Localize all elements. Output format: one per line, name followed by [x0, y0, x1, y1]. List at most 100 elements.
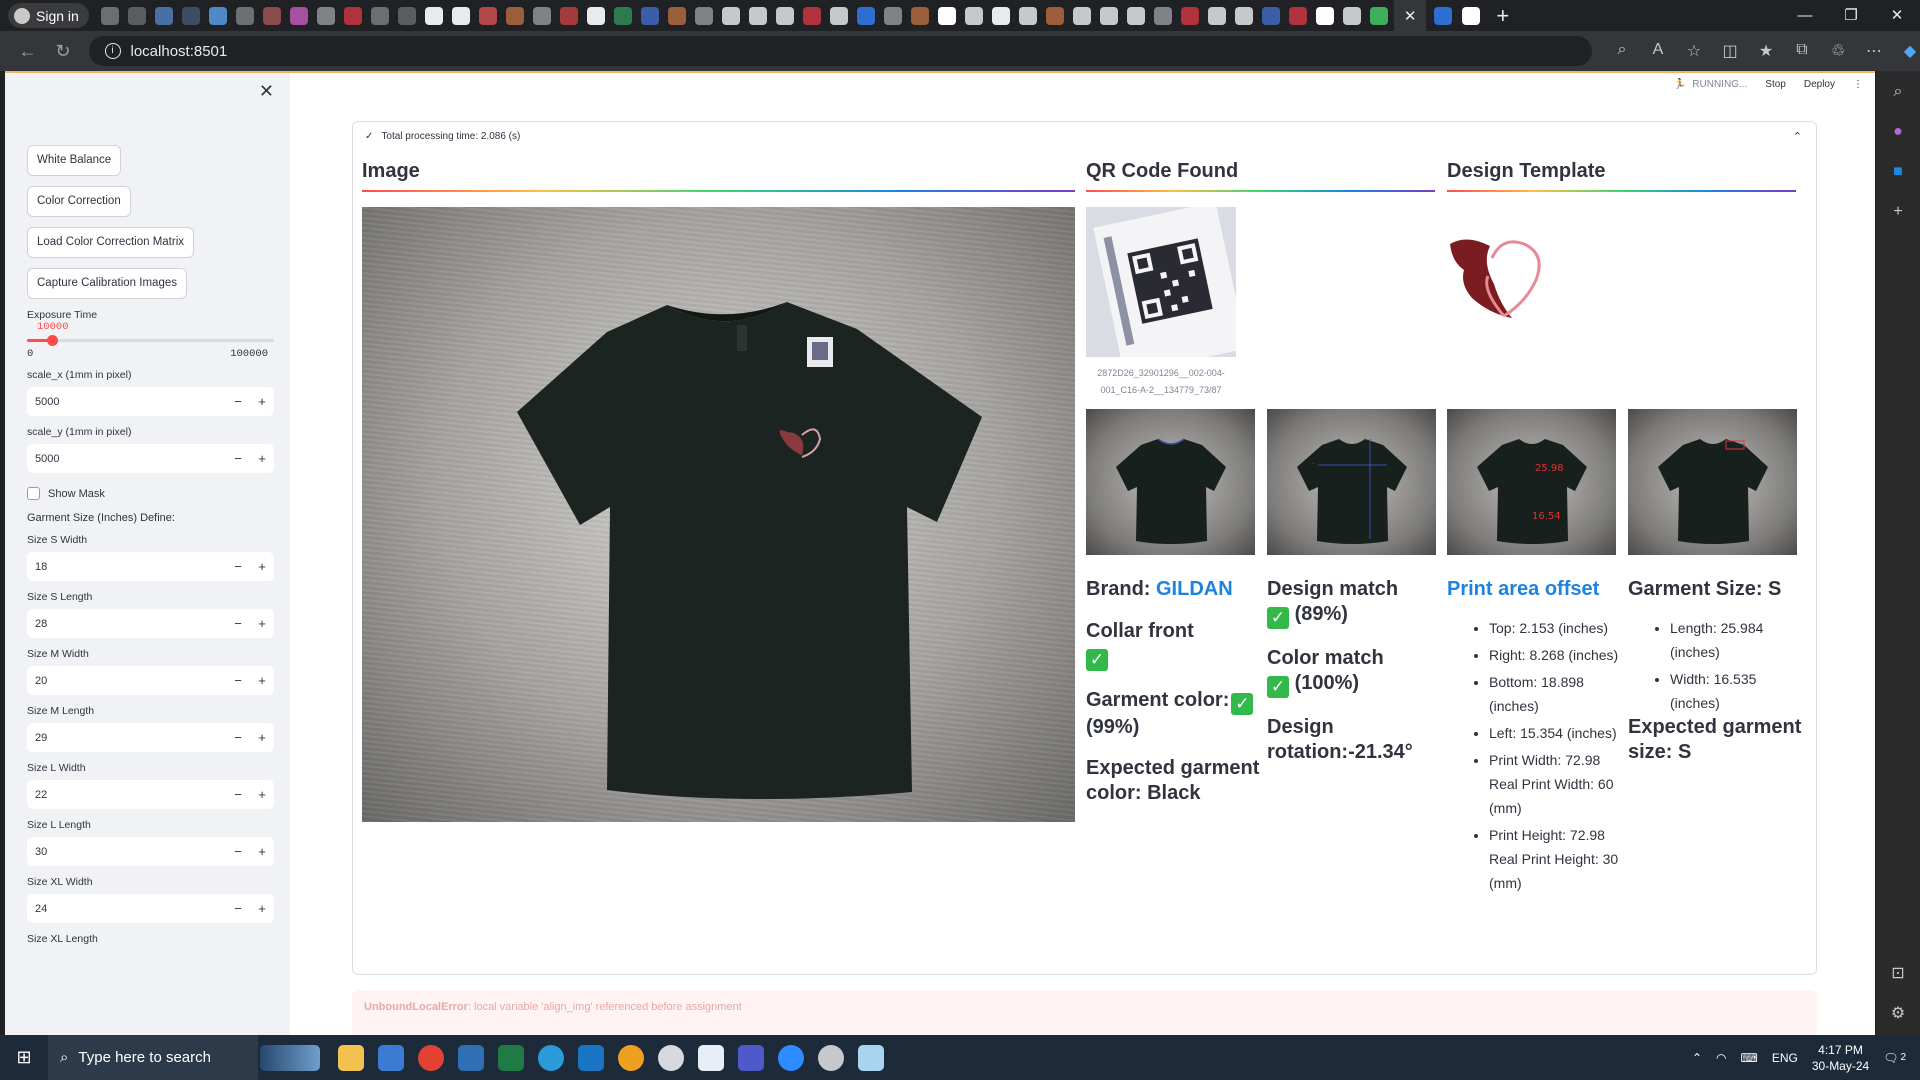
- close-sidebar-icon[interactable]: ✕: [259, 81, 274, 102]
- load-color-matrix-button[interactable]: Load Color Correction Matrix: [27, 227, 195, 258]
- split-screen-icon[interactable]: ◫: [1720, 41, 1740, 61]
- tab-favicon[interactable]: [802, 6, 821, 25]
- stop-button[interactable]: Stop: [1765, 79, 1786, 90]
- clock[interactable]: 4:17 PM 30-May-24: [1812, 1042, 1869, 1074]
- github-icon[interactable]: [586, 6, 605, 25]
- size-field-input[interactable]: 18− +: [27, 552, 274, 581]
- increment-button[interactable]: +: [250, 394, 274, 409]
- size-field-value[interactable]: 24: [27, 903, 226, 915]
- size-field-value[interactable]: 20: [27, 675, 226, 687]
- tab-favicon[interactable]: [1288, 6, 1307, 25]
- chrome-icon[interactable]: [418, 1044, 444, 1071]
- tab-favicon[interactable]: [316, 6, 335, 25]
- zoom-icon[interactable]: [778, 1044, 804, 1071]
- app-icon[interactable]: [658, 1044, 684, 1071]
- home-assistant-icon[interactable]: [618, 1044, 644, 1071]
- expander-header[interactable]: ✓ Total processing time: 2.086 (s) ⌃: [353, 122, 1816, 150]
- tab-favicon[interactable]: [1045, 6, 1064, 25]
- print-area-offset-link[interactable]: Print area offset: [1447, 578, 1599, 600]
- increment-button[interactable]: +: [250, 673, 274, 688]
- increment-button[interactable]: +: [250, 559, 274, 574]
- tab-favicon[interactable]: [694, 6, 713, 25]
- decrement-button[interactable]: −: [226, 559, 250, 574]
- search-icon[interactable]: ⌕: [1887, 83, 1909, 105]
- zoom-icon[interactable]: ⌕: [1612, 41, 1632, 61]
- google-icon[interactable]: [1315, 6, 1334, 25]
- tab-favicon[interactable]: [748, 6, 767, 25]
- increment-button[interactable]: +: [250, 451, 274, 466]
- tab-favicon[interactable]: [1234, 6, 1253, 25]
- minimize-icon[interactable]: —: [1782, 0, 1828, 31]
- add-icon[interactable]: +: [1887, 203, 1909, 225]
- size-field-input[interactable]: 22− +: [27, 780, 274, 809]
- copilot-icon[interactable]: ●: [1887, 123, 1909, 145]
- slider-track[interactable]: [27, 339, 274, 342]
- tab-favicon[interactable]: [1207, 6, 1226, 25]
- tab-favicon[interactable]: [370, 6, 389, 25]
- active-tab[interactable]: ✕: [1393, 0, 1427, 31]
- size-field-input[interactable]: 30− +: [27, 837, 274, 866]
- tab-favicon[interactable]: [721, 6, 740, 25]
- site-info-icon[interactable]: i: [104, 43, 121, 59]
- excel-icon[interactable]: [498, 1044, 524, 1071]
- tab-favicon[interactable]: [964, 6, 983, 25]
- favorites-icon[interactable]: ★: [1756, 41, 1776, 61]
- favorite-star-icon[interactable]: ☆: [1684, 41, 1704, 61]
- tab-favicon[interactable]: [1342, 6, 1361, 25]
- tab-favicon[interactable]: [397, 6, 416, 25]
- language-indicator[interactable]: ENG: [1772, 1051, 1798, 1065]
- scale-x-value[interactable]: 5000: [27, 396, 226, 408]
- app-icon[interactable]: [698, 1044, 724, 1071]
- chevron-up-icon[interactable]: ⌃: [1793, 130, 1802, 143]
- tab-favicon[interactable]: [856, 6, 875, 25]
- size-field-input[interactable]: 28− +: [27, 609, 274, 638]
- checkbox-box[interactable]: [27, 487, 40, 500]
- tab-favicon[interactable]: [775, 6, 794, 25]
- size-field-value[interactable]: 22: [27, 789, 226, 801]
- tab-favicon[interactable]: [1153, 6, 1172, 25]
- size-field-input[interactable]: 20− +: [27, 666, 274, 695]
- new-tab-button[interactable]: +: [1496, 3, 1509, 29]
- tab-favicon[interactable]: [1180, 6, 1199, 25]
- tab-favicon[interactable]: [910, 6, 929, 25]
- size-field-value[interactable]: 18: [27, 561, 226, 573]
- white-balance-button[interactable]: White Balance: [27, 145, 122, 176]
- tab-favicon[interactable]: [1099, 6, 1118, 25]
- tab-favicon[interactable]: [100, 6, 119, 25]
- slider-handle[interactable]: [46, 335, 58, 346]
- tab-favicon[interactable]: [532, 6, 551, 25]
- tab-favicon[interactable]: [235, 6, 254, 25]
- show-mask-checkbox[interactable]: Show Mask: [27, 487, 268, 500]
- copilot-icon[interactable]: ◆: [1900, 41, 1920, 61]
- tab-favicon[interactable]: [1072, 6, 1091, 25]
- keyboard-icon[interactable]: ⌨: [1741, 1051, 1758, 1065]
- teams-icon[interactable]: [738, 1044, 764, 1071]
- chevron-up-icon[interactable]: ⌃: [1692, 1051, 1702, 1065]
- reload-icon[interactable]: ↻: [45, 41, 80, 62]
- tab-favicon[interactable]: [505, 6, 524, 25]
- increment-button[interactable]: +: [250, 901, 274, 916]
- google-icon[interactable]: [937, 6, 956, 25]
- tab-close-icon[interactable]: ✕: [1404, 7, 1417, 25]
- tab-favicon[interactable]: [154, 6, 173, 25]
- decrement-button[interactable]: −: [226, 616, 250, 631]
- vscode-icon[interactable]: [578, 1044, 604, 1071]
- exposure-slider[interactable]: 10000 0 100000: [27, 321, 274, 360]
- tab-favicon[interactable]: [559, 6, 578, 25]
- increment-button[interactable]: +: [250, 616, 274, 631]
- increment-button[interactable]: +: [250, 844, 274, 859]
- back-arrow-icon[interactable]: ←: [10, 41, 45, 62]
- tab-favicon[interactable]: [262, 6, 281, 25]
- increment-button[interactable]: +: [250, 730, 274, 745]
- github-icon[interactable]: [991, 6, 1010, 25]
- scale-y-input[interactable]: 5000 − +: [27, 444, 274, 473]
- google-drive-icon[interactable]: [1369, 6, 1388, 25]
- decrement-button[interactable]: −: [226, 901, 250, 916]
- size-field-input[interactable]: 29− +: [27, 723, 274, 752]
- tab-favicon[interactable]: [1126, 6, 1145, 25]
- increment-button[interactable]: +: [250, 787, 274, 802]
- size-field-input[interactable]: 24− +: [27, 894, 274, 923]
- tab-favicon[interactable]: [1018, 6, 1037, 25]
- size-field-value[interactable]: 28: [27, 618, 226, 630]
- main-menu-icon[interactable]: ⋮: [1853, 79, 1863, 90]
